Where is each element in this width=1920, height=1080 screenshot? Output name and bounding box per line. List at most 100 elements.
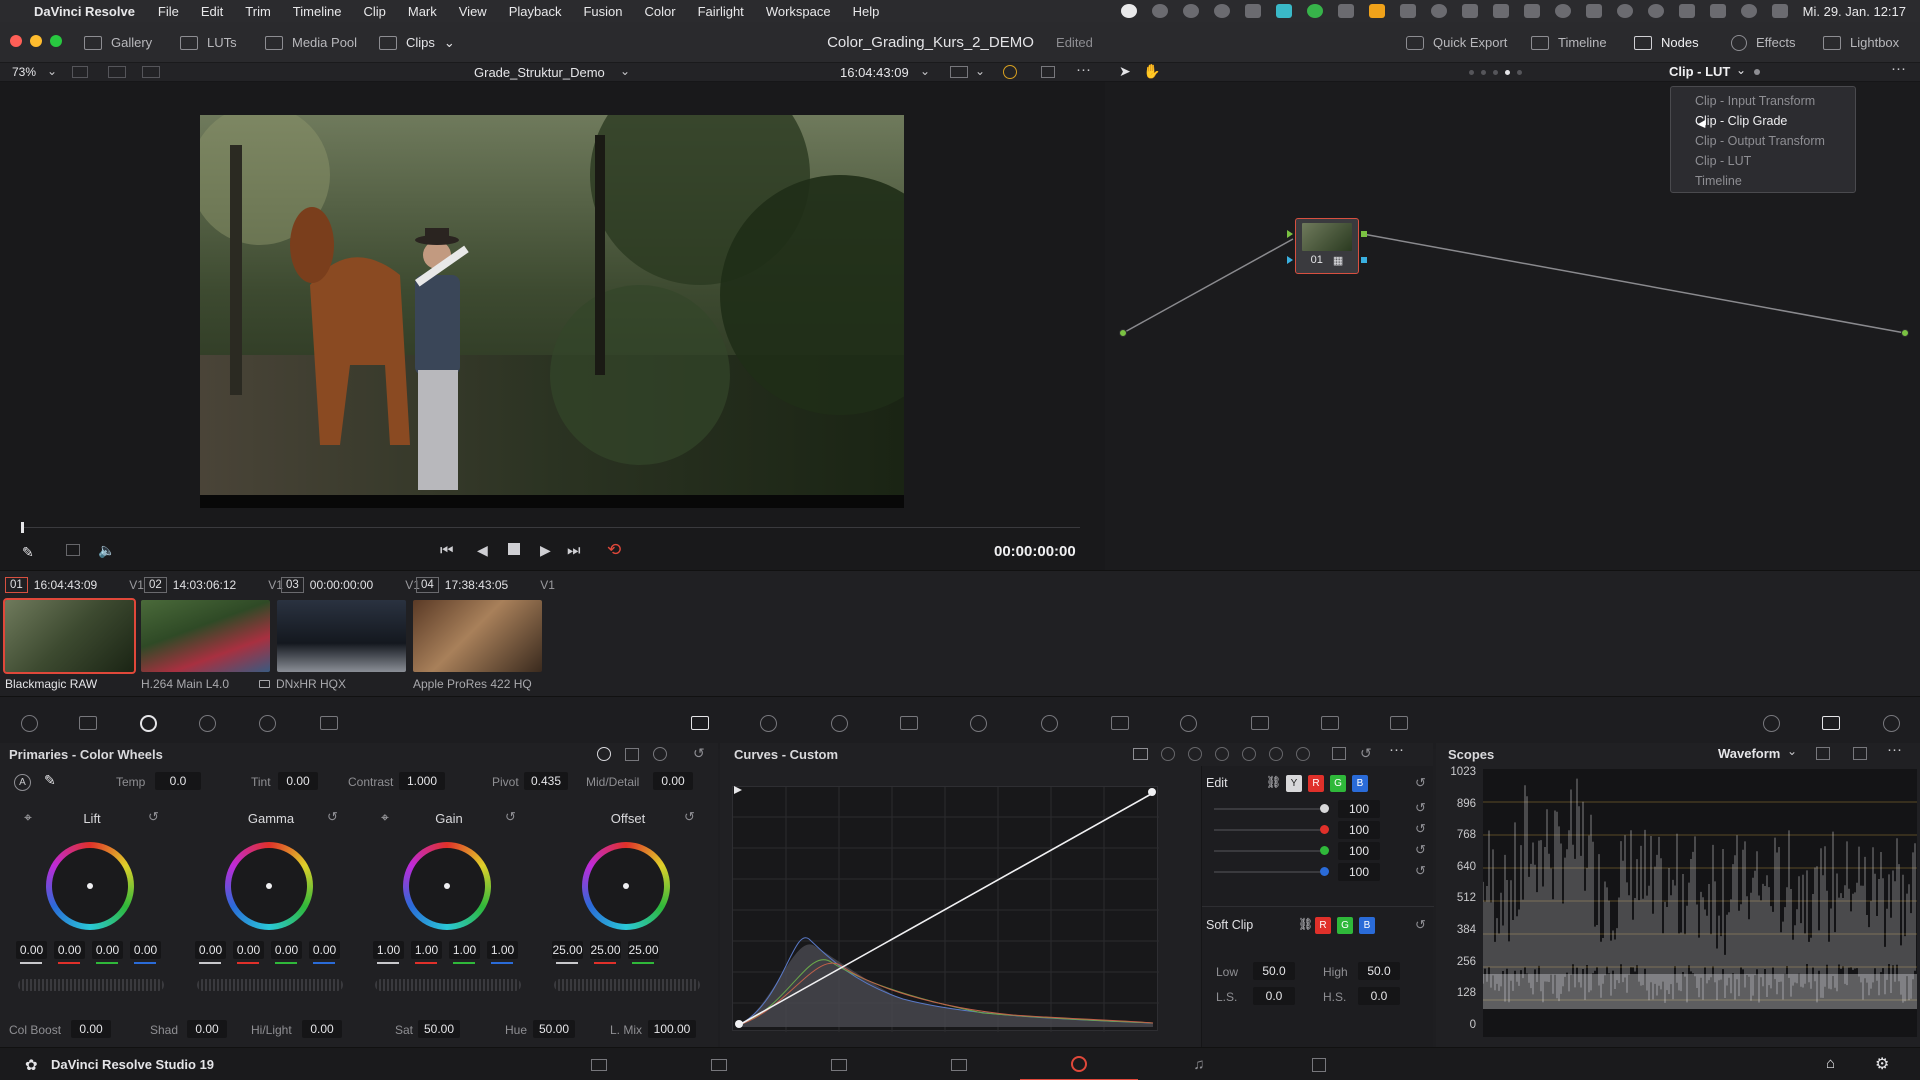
check-icon[interactable]	[1306, 4, 1323, 18]
more-options-icon[interactable]: ···	[1076, 61, 1091, 78]
master-wheel-jog[interactable]	[375, 979, 521, 991]
volume-icon[interactable]: 🔈	[98, 542, 115, 559]
openai-icon[interactable]	[1151, 4, 1168, 18]
menu-item-trim[interactable]: Trim	[234, 4, 282, 19]
intensity-slider[interactable]	[1214, 829, 1320, 831]
channel-intensity-field[interactable]: 100	[1338, 863, 1380, 881]
reset-icon[interactable]: ↺	[1415, 821, 1426, 837]
wheel-value-3[interactable]: 0.00	[130, 941, 161, 959]
hdr-wheels-icon[interactable]	[197, 713, 217, 733]
hilight-field[interactable]: 0.00	[302, 1020, 342, 1038]
record-icon[interactable]	[1120, 4, 1137, 18]
expand-icon[interactable]	[1853, 747, 1867, 760]
playhead-handle[interactable]	[21, 522, 24, 533]
viewer-frame[interactable]	[200, 115, 904, 508]
curve-control-point-black[interactable]	[735, 1020, 743, 1028]
media-page-button[interactable]	[540, 1048, 658, 1080]
auto-balance-icon[interactable]: A	[14, 774, 31, 791]
menu-item-workspace[interactable]: Workspace	[755, 4, 842, 19]
battery-icon[interactable]	[1585, 4, 1602, 18]
colboost-field[interactable]: 0.00	[71, 1020, 111, 1038]
key-output-port[interactable]	[1361, 257, 1367, 263]
channel-intensity-field[interactable]: 100	[1338, 821, 1380, 839]
bars-mode-icon[interactable]	[625, 748, 639, 761]
curve-graph[interactable]	[732, 786, 1159, 1032]
jump-end-icon[interactable]: ⏭	[567, 542, 581, 559]
reset-icon[interactable]: ↺	[1415, 800, 1426, 816]
wheel-value-1[interactable]: 0.00	[233, 941, 264, 959]
loop-playback-icon[interactable]: ⟲	[607, 540, 621, 560]
reset-icon[interactable]: ↺	[693, 745, 705, 762]
sync-icon[interactable]	[1492, 4, 1509, 18]
intensity-slider[interactable]	[1214, 850, 1320, 852]
eyedropper-icon[interactable]: ✎	[22, 544, 34, 561]
channel-intensity-field[interactable]: 100	[1338, 842, 1380, 860]
menu-item-output-transform[interactable]: Clip - Output Transform	[1671, 131, 1855, 151]
channel-r-button[interactable]: R	[1308, 775, 1324, 792]
wheel-value-1[interactable]: 25.00	[590, 941, 621, 959]
more-options-icon[interactable]: ···	[1891, 60, 1906, 77]
temp-field[interactable]: 0.0	[155, 772, 201, 790]
menu-item-playback[interactable]: Playback	[498, 4, 573, 19]
rgb-mixer-icon[interactable]	[257, 713, 277, 733]
more-options-icon[interactable]: ···	[1887, 741, 1902, 758]
chevron-down-icon[interactable]: ⌄	[975, 64, 985, 78]
channel-b-button[interactable]: B	[1359, 917, 1375, 934]
channel-y-button[interactable]: Y	[1286, 775, 1302, 792]
page-dot[interactable]	[1517, 70, 1522, 75]
slider-knob[interactable]	[1320, 825, 1329, 834]
chevron-down-icon[interactable]: ⌄	[47, 64, 57, 78]
curves-icon[interactable]	[690, 713, 710, 733]
slider-knob[interactable]	[1320, 804, 1329, 813]
jump-start-icon[interactable]: ⏮	[440, 542, 454, 559]
expand-icon[interactable]	[1332, 747, 1346, 760]
wheel-value-0[interactable]: 0.00	[195, 941, 226, 959]
slider-knob[interactable]	[1320, 867, 1329, 876]
key-input-port[interactable]	[1287, 256, 1293, 264]
tracker-icon[interactable]	[968, 713, 988, 733]
split-view-icon[interactable]	[108, 66, 126, 78]
reset-icon[interactable]: ↺	[1415, 775, 1426, 791]
wheel-value-1[interactable]: 1.00	[411, 941, 442, 959]
clip-thumbnail-03[interactable]	[277, 600, 406, 672]
menu-item-view[interactable]: View	[448, 4, 498, 19]
white-balance-picker-icon[interactable]: ✎	[44, 772, 56, 789]
play-icon[interactable]: ▶	[540, 542, 551, 559]
effects-button[interactable]: Effects	[1731, 22, 1796, 63]
wifi-icon[interactable]	[1709, 4, 1726, 18]
wheel-value-2[interactable]: 0.00	[92, 941, 123, 959]
color-page-button[interactable]	[1020, 1048, 1138, 1080]
qualifier-icon[interactable]	[829, 713, 849, 733]
ls-field[interactable]: 0.0	[1253, 987, 1295, 1005]
contrast-field[interactable]: 1.000	[399, 772, 445, 790]
reset-icon[interactable]: ↺	[684, 809, 695, 825]
channel-g-button[interactable]: G	[1337, 917, 1353, 934]
compare-view-icon[interactable]	[142, 66, 160, 78]
nodes-button[interactable]: Nodes	[1634, 22, 1699, 63]
hs-field[interactable]: 0.0	[1358, 987, 1400, 1005]
media-pool-button[interactable]: Media Pool	[265, 22, 357, 63]
intensity-slider[interactable]	[1214, 808, 1320, 810]
battery-menu-icon[interactable]	[1399, 4, 1416, 18]
sat-field[interactable]: 50.00	[418, 1020, 460, 1038]
hue-field[interactable]: 50.00	[533, 1020, 575, 1038]
menu-item-clip-lut[interactable]: Clip - LUT	[1671, 151, 1855, 171]
time-machine-icon[interactable]	[1616, 4, 1633, 18]
deliver-page-button[interactable]	[1260, 1048, 1378, 1080]
stop-icon[interactable]	[508, 543, 520, 555]
more-options-icon[interactable]: ···	[1389, 741, 1404, 758]
settings-gear-icon[interactable]: ⚙	[1875, 1054, 1889, 1074]
stereo-icon[interactable]	[1320, 713, 1340, 733]
timeline-button[interactable]: Timeline	[1531, 22, 1607, 63]
menu-app-name[interactable]: DaVinci Resolve	[22, 4, 147, 19]
zoom-window-button[interactable]	[50, 35, 62, 47]
clips-button[interactable]: Clips ⌄	[379, 22, 455, 63]
fairlight-page-button[interactable]: ♫	[1140, 1048, 1258, 1080]
wheel-value-2[interactable]: 1.00	[449, 941, 480, 959]
metadata-icon[interactable]	[1881, 713, 1901, 733]
lightbox-button[interactable]: Lightbox	[1823, 22, 1899, 63]
navigation-icon[interactable]	[1213, 4, 1230, 18]
fullscreen-icon[interactable]	[1041, 66, 1055, 78]
single-view-icon[interactable]	[72, 66, 88, 78]
cut-page-button[interactable]	[660, 1048, 778, 1080]
